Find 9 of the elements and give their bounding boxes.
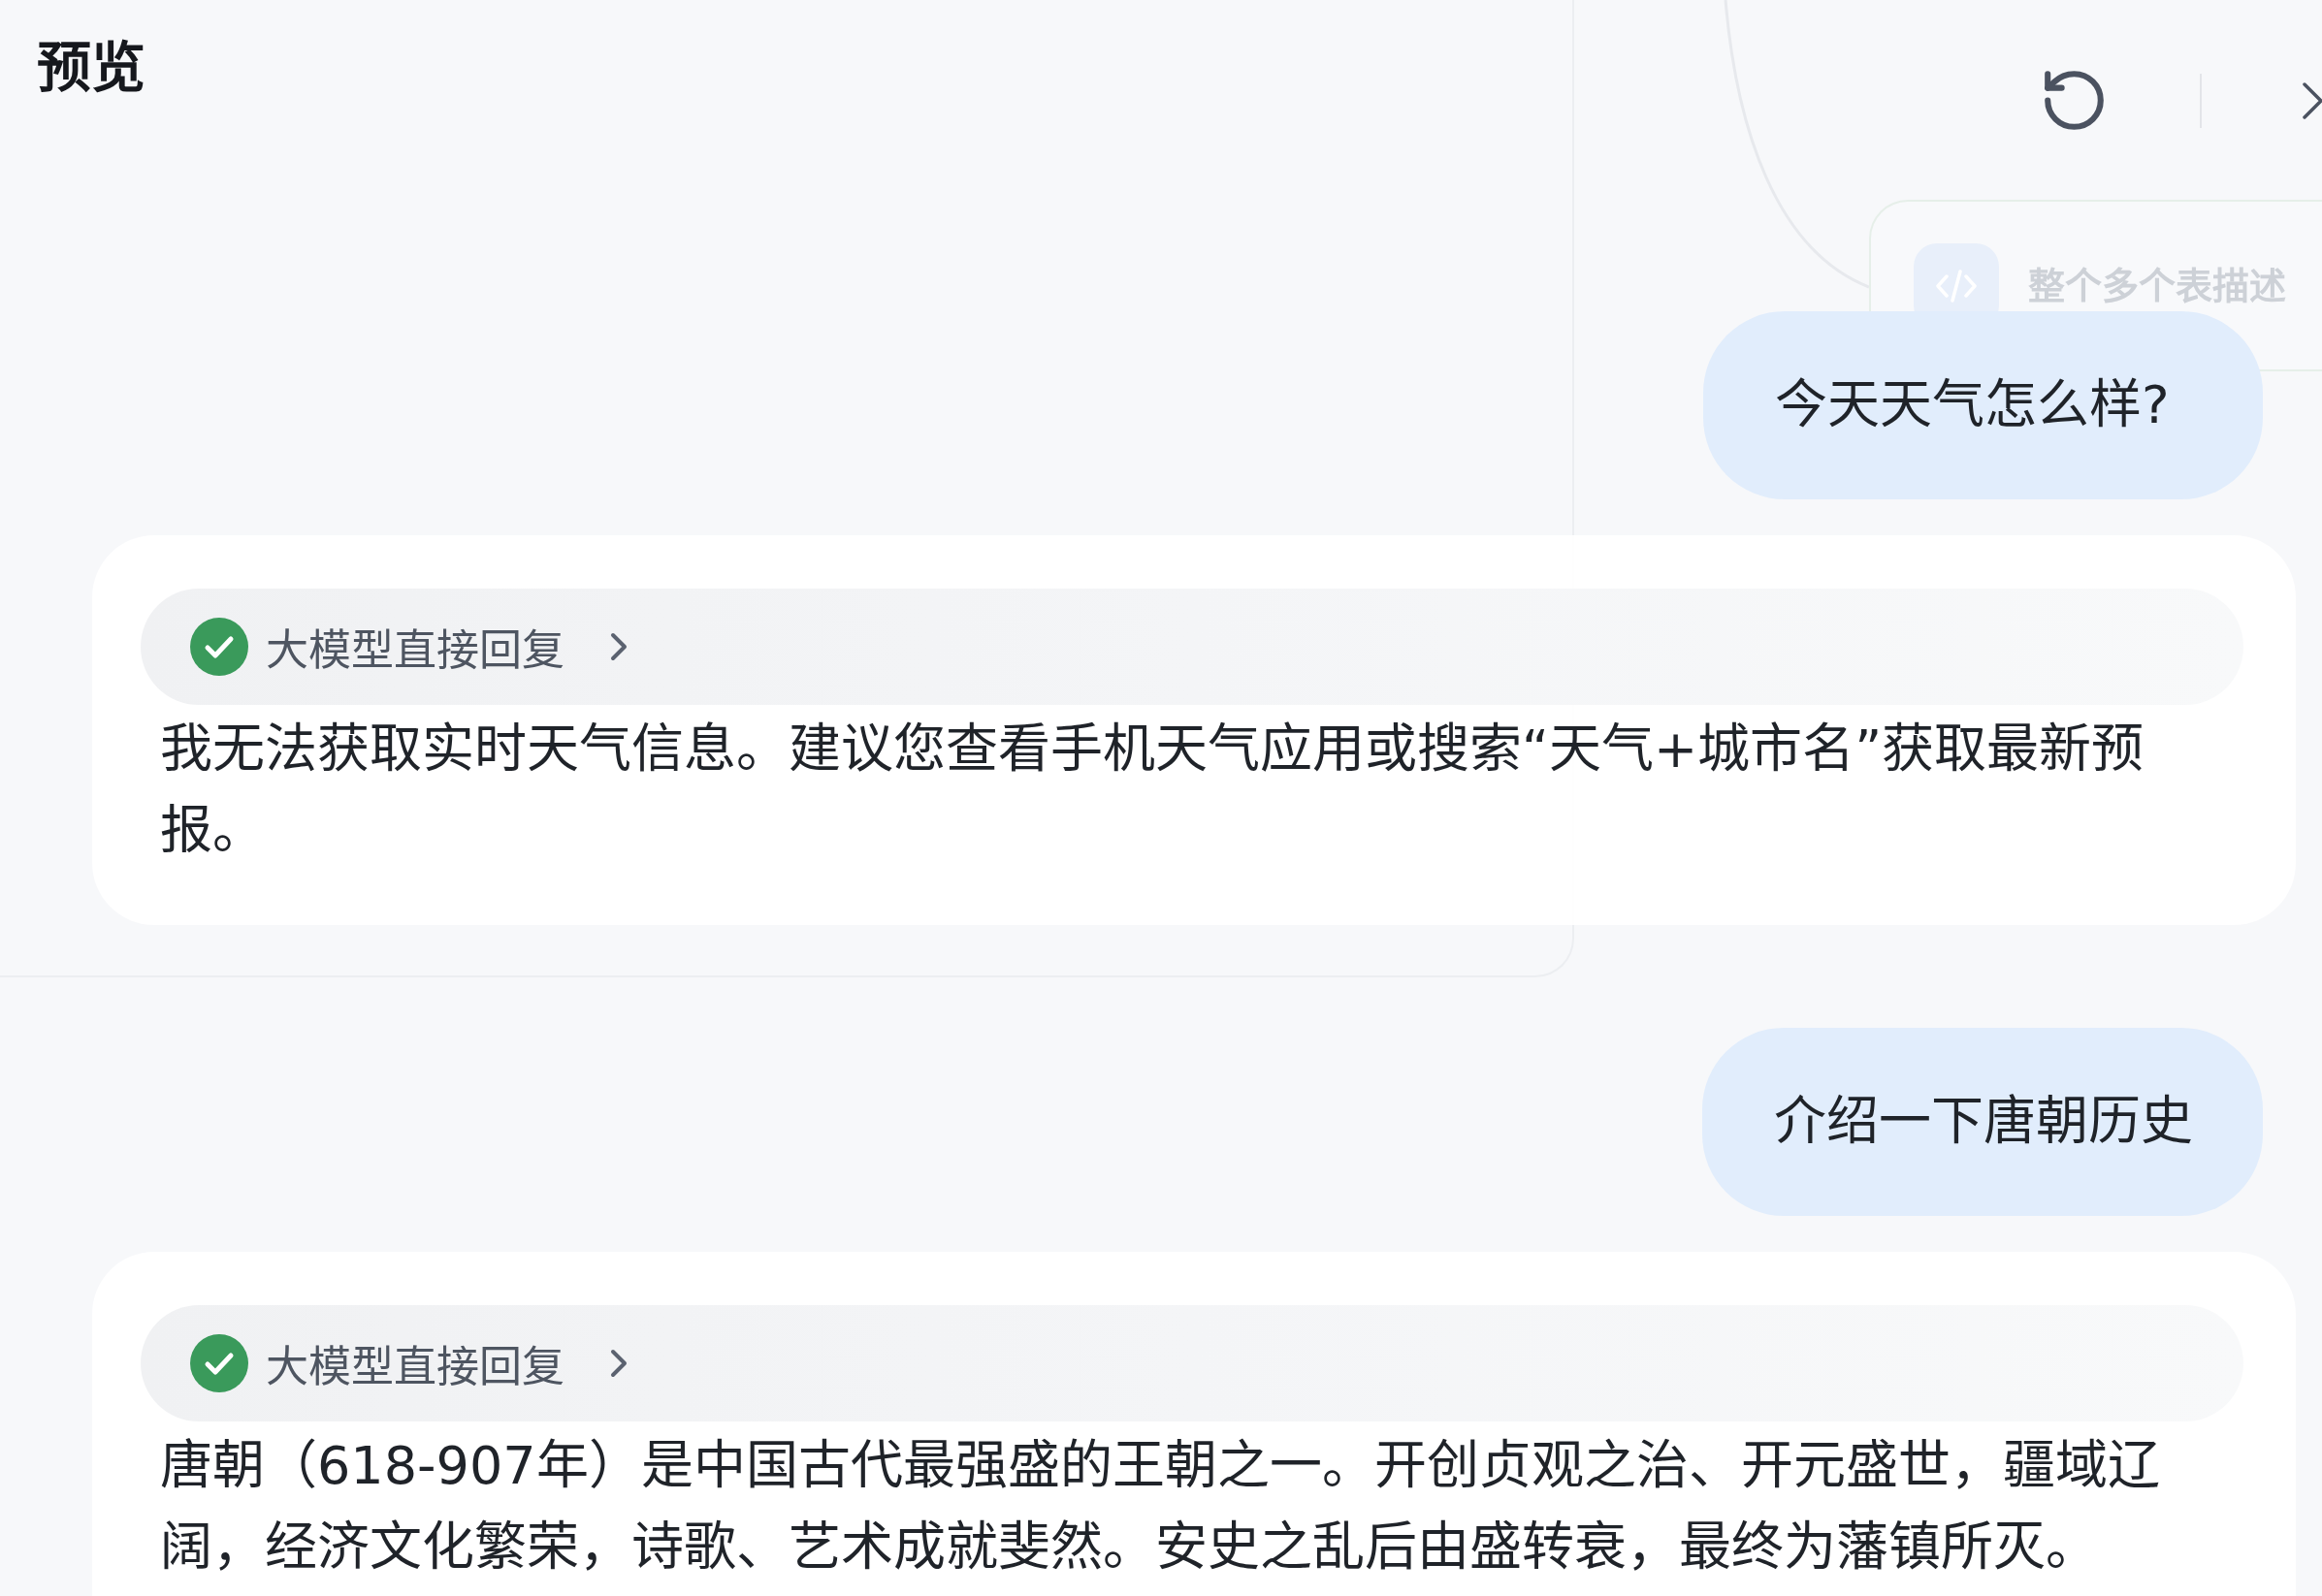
user-message: 介绍一下唐朝历史 xyxy=(1702,1028,2263,1216)
reply-status-button[interactable]: 大模型直接回复 xyxy=(141,589,2243,705)
page-title: 预览 xyxy=(37,41,145,95)
reply-status-button[interactable]: 大模型直接回复 xyxy=(141,1305,2243,1421)
message-text: 我无法获取实时天气信息。建议您查看手机天气应用或搜索“天气+城市名”获取最新预报。 xyxy=(160,718,2145,863)
message-text: 唐朝（618-907年）是中国古代最强盛的王朝之一。开创贞观之治、开元盛世，疆域辽阔，经济文化繁荣，诗歌、艺术成就斐然。安史之乱后由盛转衰，最终为藩镇所灭。 xyxy=(160,1434,2161,1580)
refresh-icon[interactable] xyxy=(2045,71,2104,130)
chevron-icon[interactable] xyxy=(2303,81,2322,119)
user-message: 今天天气怎么样? xyxy=(1703,311,2263,499)
